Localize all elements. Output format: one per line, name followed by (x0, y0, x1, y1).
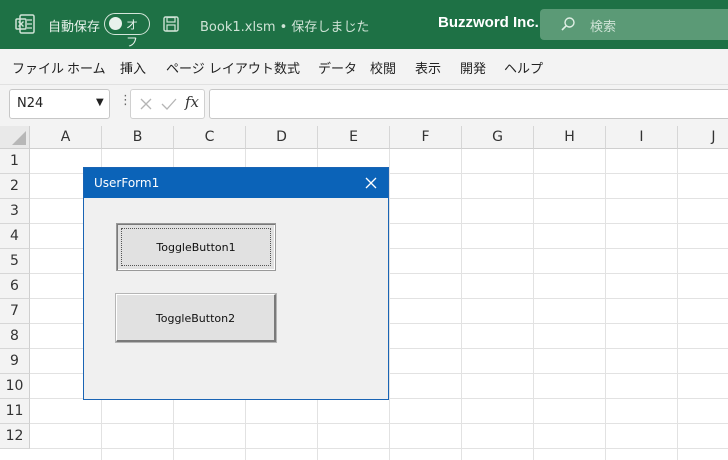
formula-input[interactable] (209, 89, 728, 119)
column-header-j[interactable]: J (678, 126, 728, 149)
row-gridline (30, 448, 728, 449)
menu-page-layout[interactable]: ページ レイアウト (166, 58, 274, 77)
row-header-6[interactable]: 6 (0, 274, 30, 299)
fx-icon[interactable]: fx (185, 93, 199, 111)
column-header-b[interactable]: B (102, 126, 174, 149)
close-icon[interactable] (364, 176, 378, 190)
row-header-8[interactable]: 8 (0, 324, 30, 349)
column-header-a[interactable]: A (30, 126, 102, 149)
excel-icon (15, 14, 35, 34)
toggle-button-1-label: ToggleButton1 (156, 241, 236, 254)
row-gridline (30, 423, 728, 424)
menu-formulas[interactable]: 数式 (274, 58, 300, 77)
row-header-1[interactable]: 1 (0, 149, 30, 174)
column-gridline (461, 149, 462, 460)
menu-data[interactable]: データ (318, 58, 357, 77)
menu-file[interactable]: ファイル (12, 58, 64, 77)
column-gridline (677, 149, 678, 460)
toggle-button-1[interactable]: ToggleButton1 (116, 223, 276, 271)
row-header-5[interactable]: 5 (0, 249, 30, 274)
column-header-h[interactable]: H (534, 126, 606, 149)
column-header-e[interactable]: E (318, 126, 390, 149)
chevron-down-icon[interactable]: ▼ (96, 97, 104, 108)
search-icon (561, 17, 575, 31)
autosave-toggle[interactable]: オフ (104, 13, 150, 49)
name-box-value: N24 (17, 96, 44, 111)
row-header-12[interactable]: 12 (0, 424, 30, 449)
menu-developer[interactable]: 開発 (460, 58, 486, 77)
cancel-icon[interactable] (139, 97, 153, 111)
search-box[interactable]: 検索 (540, 9, 728, 40)
formula-actions: fx (130, 89, 205, 119)
menu-view[interactable]: 表示 (415, 58, 441, 77)
column-gridline (533, 149, 534, 460)
menu-review[interactable]: 校閲 (370, 58, 396, 77)
toggle-knob (109, 17, 122, 30)
row-header-9[interactable]: 9 (0, 349, 30, 374)
save-icon[interactable] (162, 15, 180, 33)
brand-name: Buzzword Inc. (438, 14, 539, 31)
column-header-d[interactable]: D (246, 126, 318, 149)
column-header-g[interactable]: G (462, 126, 534, 149)
column-header-c[interactable]: C (174, 126, 246, 149)
row-header-3[interactable]: 3 (0, 199, 30, 224)
title-bar: 自動保存 オフ Book1.xlsm • 保存しました ⌄ Buzzword I… (0, 0, 728, 49)
column-gridline (605, 149, 606, 460)
column-header-f[interactable]: F (390, 126, 462, 149)
check-icon[interactable] (161, 97, 177, 111)
userform-window: UserForm1 ToggleButton1 ToggleButton2 (83, 167, 389, 400)
userform-titlebar[interactable]: UserForm1 (84, 168, 388, 198)
toggle-button-2-label: ToggleButton2 (155, 312, 236, 325)
toggle-button-2[interactable]: ToggleButton2 (115, 293, 277, 343)
column-header-i[interactable]: I (606, 126, 678, 149)
row-header-2[interactable]: 2 (0, 174, 30, 199)
chevron-down-icon[interactable]: ⌄ (348, 16, 357, 29)
menu-home[interactable]: ホーム (67, 58, 106, 77)
formula-bar: N24 ▼ ⋮ fx (0, 85, 728, 126)
autosave-state: オフ (126, 18, 139, 49)
row-header-11[interactable]: 11 (0, 399, 30, 424)
document-title[interactable]: Book1.xlsm • 保存しました (200, 16, 369, 35)
menu-bar: ファイル ホーム 挿入 ページ レイアウト 数式 データ 校閲 表示 開発 ヘル… (0, 49, 728, 85)
userform-title: UserForm1 (94, 176, 160, 190)
column-gridline (389, 149, 390, 460)
menu-help[interactable]: ヘルプ (504, 58, 543, 77)
autosave-label: 自動保存 (48, 20, 101, 35)
select-all-corner[interactable] (0, 126, 30, 149)
menu-insert[interactable]: 挿入 (120, 58, 146, 77)
row-header-10[interactable]: 10 (0, 374, 30, 399)
name-box[interactable]: N24 ▼ (9, 89, 110, 119)
row-header-4[interactable]: 4 (0, 224, 30, 249)
row-header-7[interactable]: 7 (0, 299, 30, 324)
search-placeholder: 検索 (590, 20, 617, 35)
